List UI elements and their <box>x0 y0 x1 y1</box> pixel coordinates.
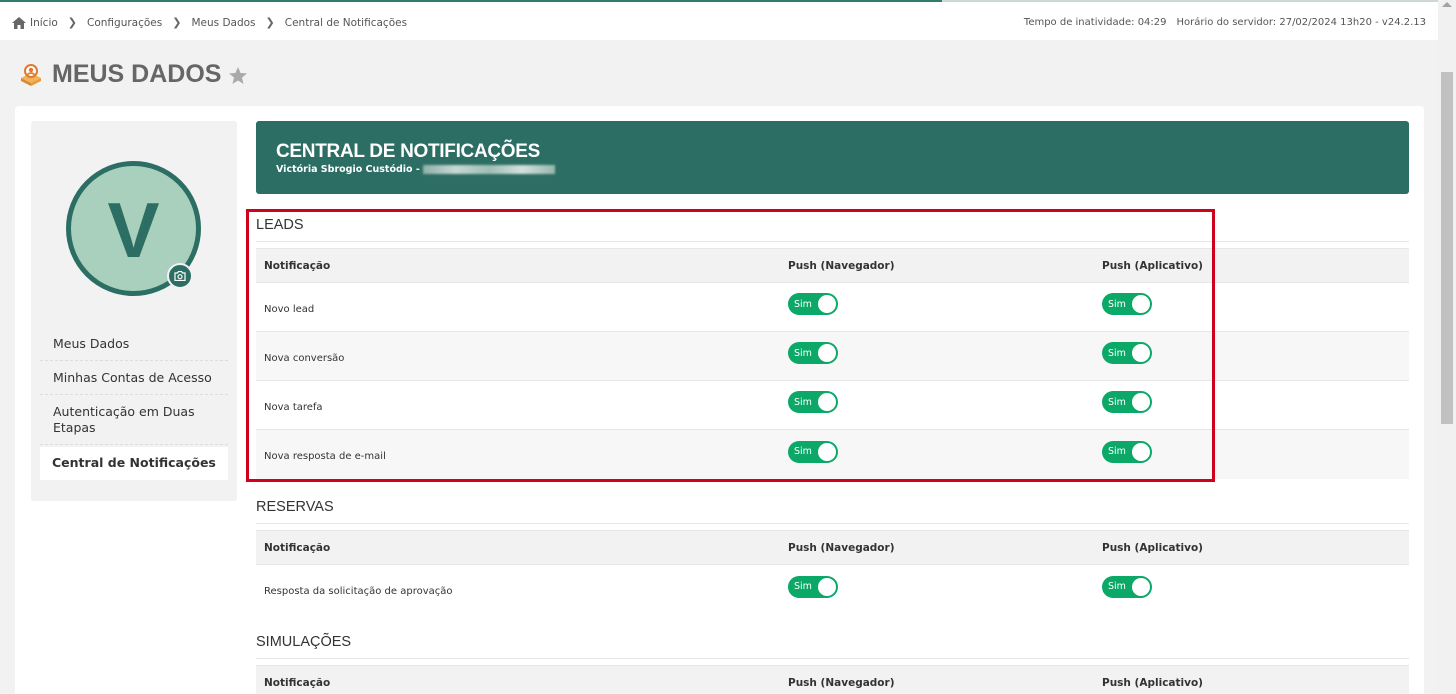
sidebar-item-my-data[interactable]: Meus Dados <box>40 327 228 361</box>
page-heading: MEUS DADOS <box>18 60 248 89</box>
notifications-table: Notificação Push (Navegador) Push (Aplic… <box>256 530 1409 614</box>
notifications-table: Notificação Push (Navegador) Push (Aplic… <box>256 665 1409 694</box>
table-header: Notificação Push (Navegador) Push (Aplic… <box>256 530 1409 565</box>
inactivity-time: Tempo de inatividade: 04:29 <box>1023 17 1167 28</box>
banner-title: CENTRAL DE NOTIFICAÇÕES <box>276 141 541 162</box>
section-title: RESERVAS <box>256 499 1409 524</box>
page-scrollbar[interactable] <box>1438 0 1456 694</box>
push-browser-toggle[interactable]: Sim <box>788 391 838 414</box>
push-app-toggle[interactable]: Sim <box>1102 575 1152 598</box>
camera-icon <box>174 271 186 281</box>
sidebar-menu: Meus Dados Minhas Contas de Acesso Auten… <box>40 327 228 480</box>
table-row: Nova tarefa Sim Sim <box>256 381 1409 430</box>
push-app-toggle[interactable]: Sim <box>1102 293 1152 316</box>
push-app-toggle[interactable]: Sim <box>1102 342 1152 365</box>
chevron-right-icon: ❯ <box>172 16 182 29</box>
header-push-browser: Push (Navegador) <box>788 259 895 272</box>
session-progress-track <box>942 0 1438 2</box>
redacted-email <box>422 165 555 174</box>
home-icon[interactable] <box>12 16 26 29</box>
top-bar: Início ❯ Configurações ❯ Meus Dados ❯ Ce… <box>0 0 1438 40</box>
profile-sidebar: V Meus Dados Minhas Contas de Acesso Aut… <box>31 121 237 501</box>
breadcrumb-current: Central de Notificações <box>284 16 408 29</box>
push-browser-toggle[interactable]: Sim <box>788 575 838 598</box>
server-info: Tempo de inatividade: 04:29 Horário do s… <box>1024 17 1426 28</box>
table-row: Nova conversão Sim Sim <box>256 332 1409 381</box>
push-browser-toggle[interactable]: Sim <box>788 293 838 316</box>
table-row: Nova resposta de e-mail Sim Sim <box>256 430 1409 479</box>
header-push-app: Push (Aplicativo) <box>1102 541 1203 554</box>
push-browser-toggle[interactable]: Sim <box>788 440 838 463</box>
section-title: SIMULAÇÕES <box>256 634 1409 659</box>
header-notification: Notificação <box>264 541 331 554</box>
breadcrumb-my-data[interactable]: Meus Dados <box>191 17 255 29</box>
scroll-up-arrow-icon[interactable] <box>1442 2 1452 7</box>
table-header: Notificação Push (Navegador) Push (Aplic… <box>256 248 1409 283</box>
table-row: Resposta da solicitação de aprovação Sim… <box>256 565 1409 614</box>
section-simulations: SIMULAÇÕES Notificação Push (Navegador) … <box>256 634 1409 694</box>
notifications-table: Notificação Push (Navegador) Push (Aplic… <box>256 248 1409 479</box>
table-row: Novo lead Sim Sim <box>256 283 1409 332</box>
notification-center-banner: CENTRAL DE NOTIFICAÇÕES Victória Sbrogio… <box>256 121 1409 194</box>
breadcrumb: Início ❯ Configurações ❯ Meus Dados ❯ Ce… <box>12 16 407 29</box>
chevron-right-icon: ❯ <box>265 16 275 29</box>
section-reservations: RESERVAS Notificação Push (Navegador) Pu… <box>256 499 1409 614</box>
notification-label: Nova resposta de e-mail <box>264 451 386 462</box>
header-push-browser: Push (Navegador) <box>788 541 895 554</box>
header-push-browser: Push (Navegador) <box>788 676 895 689</box>
header-push-app: Push (Aplicativo) <box>1102 676 1203 689</box>
user-settings-icon <box>21 63 41 86</box>
notification-label: Nova conversão <box>264 352 345 364</box>
server-time: Horário do servidor: 27/02/2024 13h20 - … <box>1176 17 1426 28</box>
change-photo-button[interactable] <box>167 263 193 289</box>
notification-label: Resposta da solicitação de aprovação <box>264 586 453 597</box>
section-leads: LEADS Notificação Push (Navegador) Push … <box>256 217 1409 479</box>
notification-label: Novo lead <box>264 303 315 315</box>
star-icon[interactable] <box>228 66 248 86</box>
user-name: Victória Sbrogio Custódio - <box>276 164 420 175</box>
notification-label: Nova tarefa <box>264 401 323 413</box>
sidebar-item-two-factor[interactable]: Autenticação em Duas Etapas <box>40 395 228 445</box>
scroll-thumb[interactable] <box>1441 72 1453 424</box>
header-notification: Notificação <box>264 676 331 689</box>
breadcrumb-settings[interactable]: Configurações <box>87 17 162 29</box>
push-app-toggle[interactable]: Sim <box>1102 440 1152 463</box>
avatar-initial: V <box>107 185 160 274</box>
section-title: LEADS <box>256 217 1409 242</box>
banner-subtitle: Victória Sbrogio Custódio - <box>276 164 555 175</box>
push-app-toggle[interactable]: Sim <box>1102 391 1152 414</box>
table-header: Notificação Push (Navegador) Push (Aplic… <box>256 665 1409 694</box>
header-notification: Notificação <box>264 259 331 272</box>
sidebar-item-notification-center[interactable]: Central de Notificações <box>40 447 228 480</box>
sidebar-item-access-accounts[interactable]: Minhas Contas de Acesso <box>40 361 228 395</box>
header-push-app: Push (Aplicativo) <box>1102 259 1203 272</box>
push-browser-toggle[interactable]: Sim <box>788 342 838 365</box>
chevron-right-icon: ❯ <box>67 16 78 29</box>
breadcrumb-home[interactable]: Início <box>30 17 58 29</box>
page-title: MEUS DADOS <box>52 60 222 88</box>
